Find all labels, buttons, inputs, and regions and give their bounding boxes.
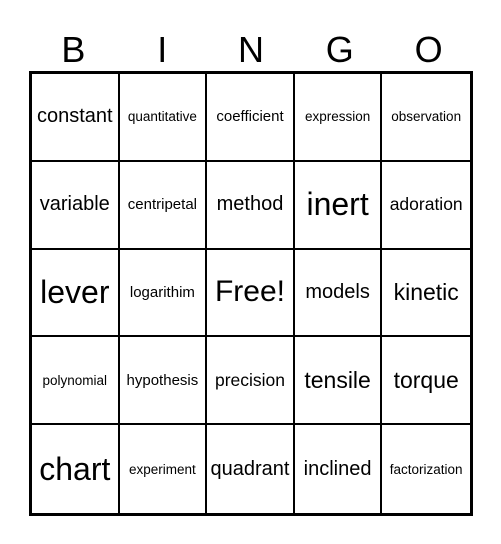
bingo-cell[interactable]: variable <box>32 161 120 250</box>
bingo-grid: constant quantitative coefficient expres… <box>29 71 473 516</box>
bingo-cell[interactable]: precision <box>207 337 295 426</box>
bingo-cell[interactable]: hypothesis <box>119 337 208 426</box>
free-space-cell[interactable]: Free! <box>207 249 295 338</box>
bingo-cell[interactable]: expression <box>294 74 383 162</box>
bingo-header: B I N G O <box>29 30 473 70</box>
header-letter-i: I <box>157 29 168 70</box>
bingo-cell[interactable]: models <box>294 249 383 338</box>
header-letter-b: B <box>61 29 86 70</box>
bingo-cell[interactable]: method <box>207 161 295 250</box>
bingo-cell[interactable]: observation <box>382 74 470 162</box>
bingo-cell[interactable]: inclined <box>295 425 383 513</box>
bingo-cell[interactable]: inert <box>294 161 383 250</box>
bingo-cell[interactable]: constant <box>32 74 120 162</box>
bingo-cell[interactable]: experiment <box>120 425 208 513</box>
bingo-cell[interactable]: factorization <box>382 425 470 513</box>
bingo-cell[interactable]: polynomial <box>32 337 120 426</box>
bingo-cell[interactable]: torque <box>382 337 470 426</box>
bingo-cell[interactable]: quantitative <box>119 74 208 162</box>
bingo-cell[interactable]: chart <box>32 425 120 513</box>
bingo-cell[interactable]: adoration <box>382 162 470 250</box>
bingo-cell[interactable]: tensile <box>294 337 383 426</box>
bingo-cell[interactable]: kinetic <box>382 250 470 338</box>
bingo-cell[interactable]: lever <box>32 249 120 338</box>
header-letter-g: G <box>325 29 354 70</box>
header-letter-o: O <box>414 29 443 70</box>
header-letter-n: N <box>237 29 264 70</box>
bingo-cell[interactable]: coefficient <box>207 74 295 162</box>
bingo-cell[interactable]: centripetal <box>119 161 208 250</box>
bingo-cell[interactable]: logarithim <box>119 249 208 338</box>
bingo-cell[interactable]: quadrant <box>207 425 295 513</box>
